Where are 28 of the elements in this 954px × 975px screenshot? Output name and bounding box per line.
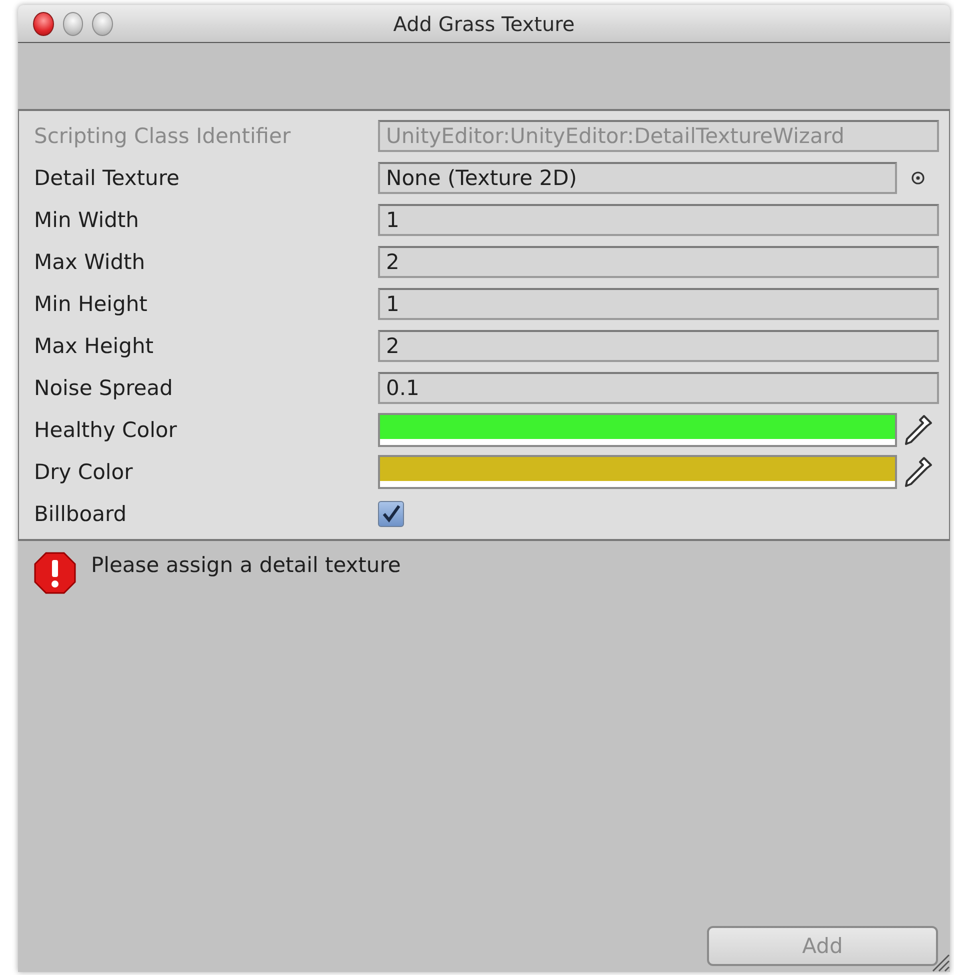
object-field[interactable]: None (Texture 2D) [378,162,897,194]
field-label: Noise Spread [34,376,174,400]
error-message: Please assign a detail texture [91,552,401,577]
field-label: Max Height [34,334,155,358]
text-field[interactable]: 2 [378,246,939,278]
close-button[interactable] [33,12,54,36]
zoom-button[interactable] [92,12,114,36]
color-swatch[interactable] [378,455,897,489]
field-label: Min Height [34,292,148,316]
field-label: Detail Texture [34,166,180,190]
error-icon [33,551,77,595]
field-label: Dry Color [34,460,134,484]
window-title: Add Grass Texture [392,12,576,36]
target-icon[interactable] [911,171,925,185]
field-label: Scripting Class Identifier [34,124,292,148]
field-label: Min Width [34,208,140,232]
eyedropper-icon[interactable] [902,455,934,489]
field-label: Healthy Color [34,418,178,442]
field-label: Max Width [34,250,146,274]
text-field[interactable]: 1 [378,288,939,320]
text-field[interactable]: 1 [378,204,939,236]
eyedropper-icon[interactable] [902,413,934,447]
color-swatch[interactable] [378,413,897,447]
text-field[interactable]: 2 [378,330,939,362]
text-field[interactable]: 0.1 [378,372,939,404]
field-label: Billboard [34,502,128,526]
checkbox[interactable] [378,501,404,527]
minimize-button[interactable] [62,12,84,36]
